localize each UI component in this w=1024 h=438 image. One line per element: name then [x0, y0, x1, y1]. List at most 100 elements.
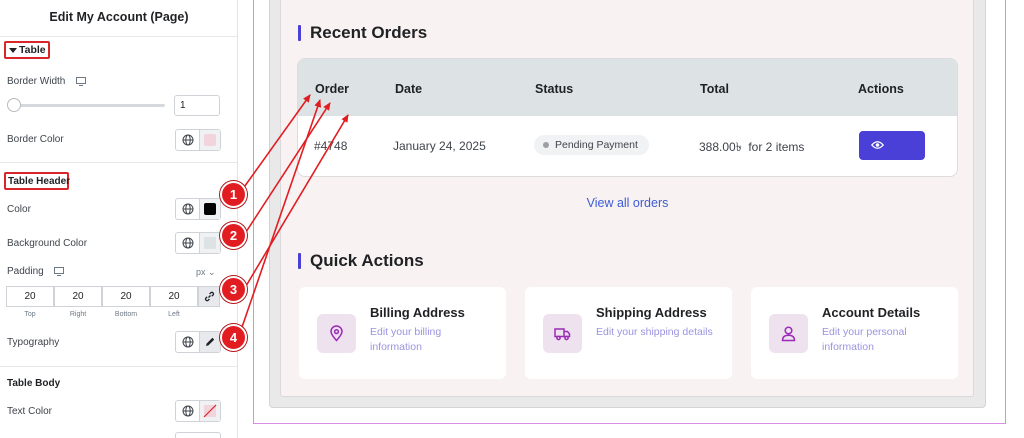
status-text: Pending Payment — [555, 139, 638, 151]
header-color-control[interactable] — [175, 198, 221, 220]
table-section-title[interactable]: Table — [19, 44, 46, 56]
card-description: Edit your shipping details — [596, 326, 713, 338]
order-date: January 24, 2025 — [393, 139, 486, 153]
padding-bottom-input[interactable]: 20 — [102, 286, 150, 307]
table-header-section-title: Table Header — [8, 176, 71, 187]
divider — [0, 36, 238, 37]
annotation-badge-4: 4 — [220, 324, 247, 351]
recent-orders-heading: Recent Orders — [310, 23, 428, 42]
background-color-control[interactable] — [175, 232, 221, 254]
quick-action-card-account[interactable]: Account Details Edit your personal infor… — [751, 287, 958, 379]
border-width-label: Border Width — [7, 76, 66, 87]
card-description: Edit your billing information — [370, 326, 442, 353]
card-title: Billing Address — [370, 305, 465, 320]
globe-icon — [182, 134, 194, 146]
pencil-icon — [206, 337, 215, 346]
border-color-swatch[interactable] — [200, 130, 220, 150]
editor-guide-line — [253, 0, 254, 424]
global-colors-button[interactable] — [176, 130, 200, 150]
column-header-actions: Actions — [858, 82, 904, 96]
globe-icon — [182, 203, 194, 215]
column-header-total: Total — [700, 82, 729, 96]
quick-action-card-shipping[interactable]: Shipping Address Edit your shipping deta… — [525, 287, 732, 379]
globe-icon — [182, 405, 194, 417]
panel-title: Edit My Account (Page) — [49, 10, 189, 24]
link-icon — [204, 291, 215, 302]
padding-right-input[interactable]: 20 — [54, 286, 102, 307]
swatch-chip — [204, 134, 216, 146]
card-title: Account Details — [822, 305, 921, 320]
eye-icon — [871, 141, 884, 149]
annotation-badge-1: 1 — [220, 181, 247, 208]
column-header-status: Status — [535, 82, 574, 96]
padding-bottom-caption: Bottom — [114, 311, 138, 318]
card-description: Edit your personal information — [822, 326, 907, 353]
text-color-swatch[interactable] — [200, 401, 220, 421]
column-header-date: Date — [395, 82, 423, 96]
editor-guide-line — [1005, 0, 1006, 424]
settings-panel: Edit My Account (Page) Table Border Widt… — [0, 0, 238, 438]
quick-action-card-billing[interactable]: Billing Address Edit your billing inform… — [299, 287, 506, 379]
divider — [0, 366, 238, 367]
padding-top-input[interactable]: 20 — [6, 286, 54, 307]
globe-icon — [182, 336, 194, 348]
header-color-label: Color — [7, 204, 31, 215]
swatch-chip — [204, 237, 216, 249]
background-color-swatch[interactable] — [200, 233, 220, 253]
global-colors-button[interactable] — [176, 199, 200, 219]
padding-label: Padding — [7, 266, 44, 277]
heading-accent — [298, 253, 301, 269]
user-icon — [769, 314, 808, 353]
global-colors-button[interactable] — [176, 233, 200, 253]
swatch-chip — [204, 203, 216, 215]
padding-left-caption: Left — [168, 311, 180, 318]
border-color-label: Border Color — [7, 134, 64, 145]
background-color-label: Background Color — [7, 238, 88, 249]
view-order-button[interactable] — [859, 131, 925, 160]
status-badge: Pending Payment — [534, 135, 649, 155]
padding-inputs: 20 20 20 20 — [6, 286, 220, 307]
globe-icon — [182, 237, 194, 249]
quick-actions-heading: Quick Actions — [310, 251, 424, 270]
view-all-orders-link[interactable]: View all orders — [297, 196, 958, 210]
heading-accent — [298, 25, 301, 41]
global-fonts-button[interactable] — [176, 332, 200, 352]
location-pin-icon — [317, 314, 356, 353]
chevron-down-icon: ⌄ — [208, 267, 216, 277]
border-width-slider-handle[interactable] — [7, 98, 21, 112]
truck-icon — [543, 314, 582, 353]
typography-label: Typography — [7, 337, 60, 348]
border-color-control[interactable] — [175, 129, 221, 151]
next-control[interactable] — [175, 432, 221, 438]
text-color-control[interactable] — [175, 400, 221, 422]
header-color-swatch[interactable] — [200, 199, 220, 219]
padding-left-input[interactable]: 20 — [150, 286, 198, 307]
annotation-badge-3: 3 — [220, 276, 247, 303]
typography-edit-button[interactable] — [200, 332, 220, 352]
screenshot-root: Edit My Account (Page) Table Border Widt… — [0, 0, 1024, 438]
border-width-input[interactable]: 1 — [174, 95, 220, 116]
annotation-badge-2: 2 — [220, 222, 247, 249]
no-color-icon — [203, 404, 217, 418]
padding-unit-select[interactable]: px ⌄ — [196, 267, 216, 278]
typography-control[interactable] — [175, 331, 221, 353]
order-total: 388.00৳ for 2 items — [699, 140, 805, 154]
divider — [0, 162, 238, 163]
status-dot — [543, 142, 549, 148]
border-width-slider-track[interactable] — [12, 104, 165, 107]
global-colors-button[interactable] — [176, 401, 200, 421]
recent-orders-table: Order Date Status Total Actions #4748 Ja… — [297, 58, 958, 177]
table-body-section-title: Table Body — [7, 378, 61, 389]
caret-down-icon[interactable] — [9, 48, 17, 53]
desktop-icon[interactable] — [54, 267, 64, 276]
desktop-icon[interactable] — [76, 77, 86, 86]
padding-top-caption: Top — [24, 311, 36, 318]
padding-unit-value: px — [196, 267, 206, 277]
order-number[interactable]: #4748 — [314, 139, 347, 153]
link-values-button[interactable] — [198, 286, 220, 307]
padding-right-caption: Right — [69, 311, 87, 318]
card-title: Shipping Address — [596, 305, 707, 320]
text-color-label: Text Color — [7, 406, 53, 417]
column-header-order: Order — [315, 82, 350, 96]
editor-guide-line — [253, 423, 1006, 424]
